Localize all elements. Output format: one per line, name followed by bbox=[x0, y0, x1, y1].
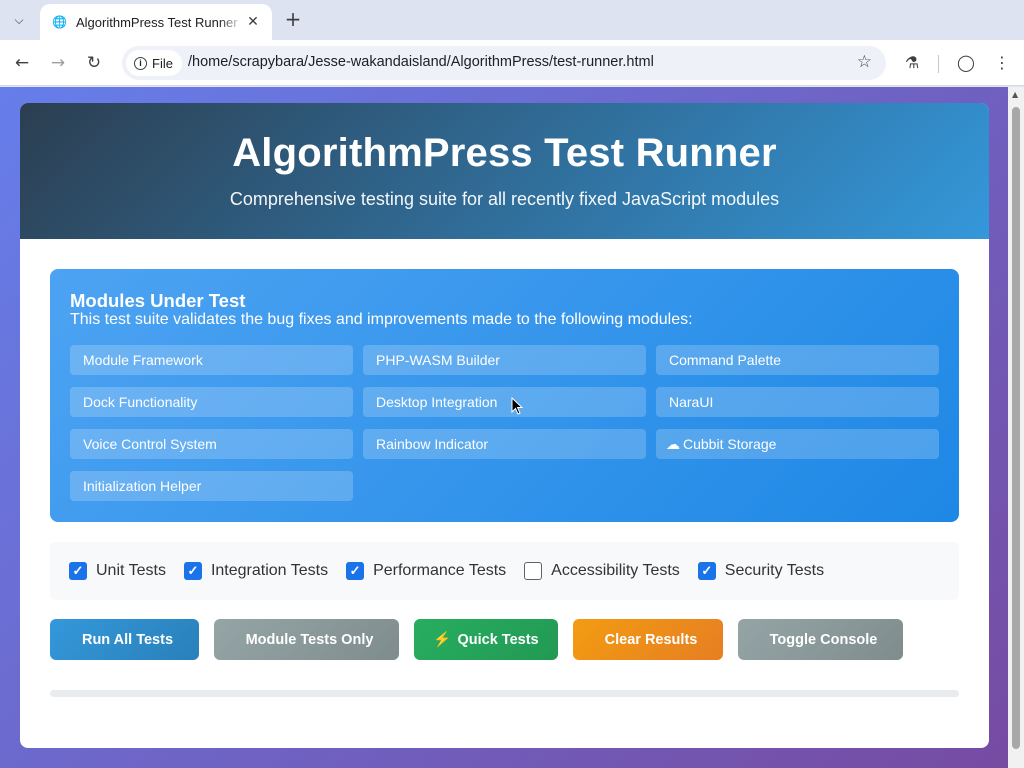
globe-icon: 🌐 bbox=[52, 15, 67, 29]
browser-tab-bar: ⌵ 🌐 AlgorithmPress Test Runner ✕ + bbox=[0, 0, 1024, 40]
page-title-text: AlgorithmPress Test Runner bbox=[232, 131, 777, 175]
checkbox[interactable] bbox=[524, 562, 543, 580]
test-options: ✓ Unit Tests ✓ Integration Tests ✓ Performa… bbox=[50, 542, 959, 600]
module-item: Rainbow Indicator bbox=[363, 429, 646, 459]
module-label: Desktop Integration bbox=[376, 394, 498, 410]
module-label: Dock Functionality bbox=[83, 394, 198, 410]
page-header: AlgorithmPress Test Runner Comprehensive… bbox=[20, 103, 989, 239]
browser-tab[interactable]: 🌐 AlgorithmPress Test Runner ✕ bbox=[40, 4, 272, 40]
modules-description: This test suite validates the bug fixes … bbox=[70, 311, 693, 328]
module-tests-only-button[interactable]: Module Tests Only bbox=[214, 619, 399, 660]
button-label: Run All Tests bbox=[81, 631, 174, 648]
module-label: Initialization Helper bbox=[83, 478, 202, 494]
site-info-chip[interactable]: i File bbox=[126, 50, 182, 76]
option-label: Accessibility Tests bbox=[551, 562, 680, 579]
tab-search-chevron-icon[interactable]: ⌵ bbox=[6, 8, 32, 32]
page-scrollbar[interactable]: ▲ bbox=[1008, 87, 1024, 768]
toggle-console-button[interactable]: Toggle Console bbox=[738, 619, 903, 660]
option-integration-tests[interactable]: ✓ Integration Tests bbox=[183, 562, 329, 580]
scrollbar-thumb[interactable] bbox=[1012, 107, 1020, 749]
tab-title: AlgorithmPress Test Runner bbox=[76, 14, 238, 30]
option-label: Performance Tests bbox=[373, 562, 507, 579]
checkbox[interactable]: ✓ bbox=[183, 562, 202, 580]
lightning-icon: ⚡ bbox=[433, 632, 452, 648]
reload-icon[interactable]: ↻ bbox=[82, 51, 106, 75]
checkbox[interactable]: ✓ bbox=[346, 562, 365, 580]
address-bar[interactable]: i File /home/scrapybara/Jesse-wakandaisl… bbox=[122, 46, 886, 80]
test-progress-bar bbox=[50, 690, 959, 697]
profile-avatar-icon[interactable]: ◯ bbox=[954, 51, 978, 75]
close-tab-icon[interactable]: ✕ bbox=[244, 13, 262, 31]
button-label: Module Tests Only bbox=[245, 631, 374, 648]
kebab-menu-icon[interactable]: ⋮ bbox=[990, 51, 1014, 75]
new-tab-plus-icon[interactable]: + bbox=[282, 9, 304, 31]
module-label: Command Palette bbox=[669, 352, 782, 368]
module-label: Module Framework bbox=[83, 352, 203, 368]
run-all-tests-button[interactable]: Run All Tests bbox=[50, 619, 199, 660]
modules-heading-text: Modules Under Test bbox=[70, 290, 246, 311]
module-item: Initialization Helper bbox=[70, 471, 353, 501]
module-item: Desktop Integration bbox=[363, 387, 646, 417]
quick-tests-button[interactable]: ⚡ Quick Tests bbox=[414, 619, 558, 660]
module-item: PHP-WASM Builder bbox=[363, 345, 646, 375]
option-accessibility-tests[interactable]: Accessibility Tests bbox=[524, 562, 680, 580]
modules-under-test-panel: Modules Under Test This test suite valid… bbox=[50, 269, 959, 522]
back-arrow-icon[interactable]: ← bbox=[10, 51, 34, 75]
cloud-icon: ☁ bbox=[666, 436, 680, 452]
option-label: Integration Tests bbox=[210, 562, 329, 579]
module-item: NaraUI bbox=[656, 387, 939, 417]
module-item: Voice Control System bbox=[70, 429, 353, 459]
module-item: ☁ Cubbit Storage bbox=[656, 429, 939, 459]
option-label: Unit Tests bbox=[96, 562, 166, 579]
module-label: PHP-WASM Builder bbox=[376, 352, 500, 368]
module-list: Module Framework PHP-WASM Builder Comman… bbox=[70, 345, 939, 501]
module-label: NaraUI bbox=[669, 394, 714, 410]
bookmark-star-icon[interactable]: ☆ bbox=[857, 52, 872, 72]
toolbar-divider bbox=[938, 55, 939, 73]
site-info-label: File bbox=[152, 55, 173, 71]
mouse-cursor-icon bbox=[511, 397, 523, 415]
page-viewport: AlgorithmPress Test Runner Comprehensive… bbox=[0, 87, 1008, 768]
forward-arrow-icon[interactable]: → bbox=[46, 51, 70, 75]
module-item: Dock Functionality bbox=[70, 387, 353, 417]
info-icon: i bbox=[134, 56, 147, 70]
module-label: Cubbit Storage bbox=[683, 436, 777, 452]
checkbox[interactable]: ✓ bbox=[697, 562, 716, 580]
module-label: Rainbow Indicator bbox=[376, 436, 489, 452]
clear-results-button[interactable]: Clear Results bbox=[573, 619, 723, 660]
page-title: AlgorithmPress Test Runner bbox=[20, 131, 989, 176]
option-label: Security Tests bbox=[724, 562, 825, 579]
test-runner-container: AlgorithmPress Test Runner Comprehensive… bbox=[20, 103, 989, 748]
checkbox[interactable]: ✓ bbox=[69, 562, 87, 580]
module-label: Voice Control System bbox=[83, 436, 217, 452]
url-text[interactable]: /home/scrapybara/Jesse-wakandaisland/Alg… bbox=[188, 54, 654, 70]
page-subtitle: Comprehensive testing suite for all rece… bbox=[229, 189, 780, 209]
button-label: Clear Results bbox=[604, 631, 698, 648]
browser-toolbar: ← → ↻ i File /home/scrapybara/Jesse-waka… bbox=[0, 40, 1024, 86]
module-item: Command Palette bbox=[656, 345, 939, 375]
button-label: Toggle Console bbox=[769, 631, 878, 648]
modules-heading: Modules Under Test bbox=[70, 290, 245, 312]
module-item: Module Framework bbox=[70, 345, 353, 375]
scroll-up-arrow-icon[interactable]: ▲ bbox=[1012, 90, 1018, 99]
option-unit-tests[interactable]: ✓ Unit Tests bbox=[69, 562, 166, 580]
option-security-tests[interactable]: ✓ Security Tests bbox=[697, 562, 825, 580]
option-performance-tests[interactable]: ✓ Performance Tests bbox=[346, 562, 506, 580]
button-label: Quick Tests bbox=[457, 631, 539, 648]
labs-flask-icon[interactable]: ⚗ bbox=[900, 51, 924, 75]
